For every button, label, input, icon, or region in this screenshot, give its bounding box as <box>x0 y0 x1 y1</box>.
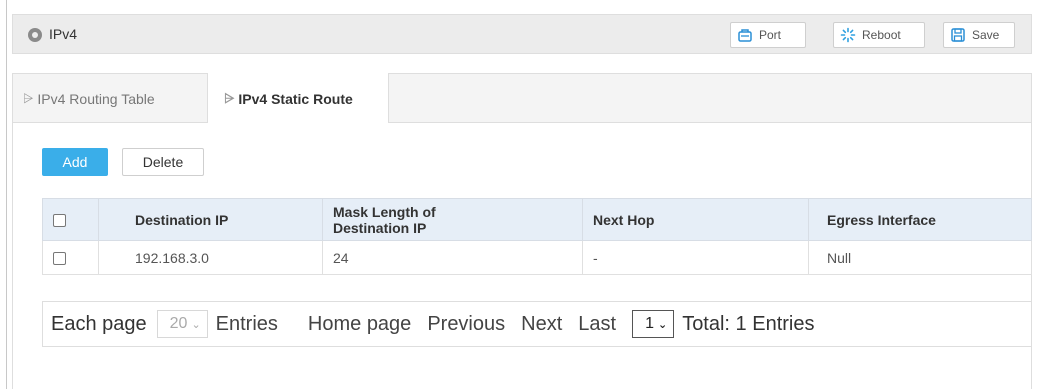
current-page-value: 1 <box>645 315 654 332</box>
reboot-button[interactable]: Reboot <box>833 22 925 48</box>
save-button-label: Save <box>972 28 1000 42</box>
static-route-table: Destination IP Mask Length of Destinatio… <box>42 198 1032 275</box>
reboot-icon <box>840 27 856 43</box>
port-button-label: Port <box>759 28 782 42</box>
chevron-right-icon: ⩥ <box>23 90 34 106</box>
column-mask-length-label: Mask Length of Destination IP <box>333 203 436 236</box>
table-row[interactable]: 192.168.3.0 24 - Null <box>42 240 1032 275</box>
delete-button[interactable]: Delete <box>122 148 204 176</box>
page-size-select[interactable]: 20 ⌄ <box>156 310 208 338</box>
add-button[interactable]: Add <box>42 148 108 176</box>
each-page-label: Each page <box>51 312 147 335</box>
entries-label: Entries <box>215 312 278 335</box>
page-title: IPv4 <box>49 26 78 42</box>
select-all-checkbox[interactable] <box>53 214 66 228</box>
row-checkbox[interactable] <box>53 252 66 266</box>
home-page-link[interactable]: Home page <box>308 313 411 336</box>
column-destination-ip[interactable]: Destination IP <box>98 198 323 241</box>
chevron-down-icon: ⌄ <box>191 318 201 331</box>
chevron-right-icon: ⩥ <box>224 90 235 106</box>
port-button[interactable]: Port <box>730 22 806 48</box>
save-icon <box>950 27 966 43</box>
cell-destination-ip: 192.168.3.0 <box>98 240 323 275</box>
page-size-value: 20 <box>169 315 188 332</box>
last-page-link[interactable]: Last <box>578 313 616 336</box>
column-mask-length[interactable]: Mask Length of Destination IP <box>322 198 583 241</box>
pagination-bar: Each page 20 ⌄ Entries Home page Previou… <box>42 301 1032 347</box>
select-all-cell <box>42 198 99 241</box>
column-next-hop[interactable]: Next Hop <box>582 198 809 241</box>
save-button[interactable]: Save <box>943 22 1015 48</box>
cell-mask-length: 24 <box>322 240 583 275</box>
previous-page-link[interactable]: Previous <box>427 313 505 336</box>
total-entries-label: Total: 1 Entries <box>682 312 815 335</box>
tab-ipv4-routing-table[interactable]: ⩥ IPv4 Routing Table <box>23 74 203 123</box>
next-page-link[interactable]: Next <box>521 313 562 336</box>
table-header-row: Destination IP Mask Length of Destinatio… <box>42 198 1032 241</box>
location-icon <box>28 28 42 42</box>
port-icon <box>737 27 753 43</box>
tab-label: IPv4 Static Route <box>238 90 353 107</box>
cell-egress-interface: Null <box>808 240 1032 275</box>
page-header: IPv4 Port Reboot Save <box>12 14 1032 54</box>
tab-bar: ⩥ IPv4 Routing Table ⩥ IPv4 Static Route <box>12 73 1032 124</box>
row-select-cell <box>42 240 99 275</box>
column-egress-interface[interactable]: Egress Interface <box>808 198 1032 241</box>
tab-label: IPv4 Routing Table <box>37 90 155 107</box>
cell-next-hop: - <box>582 240 809 275</box>
chevron-down-icon: ⌄ <box>657 318 668 331</box>
reboot-button-label: Reboot <box>862 28 901 42</box>
tab-ipv4-static-route[interactable]: ⩥ IPv4 Static Route <box>207 73 389 124</box>
page-number-select[interactable]: 1 ⌄ <box>632 310 675 338</box>
